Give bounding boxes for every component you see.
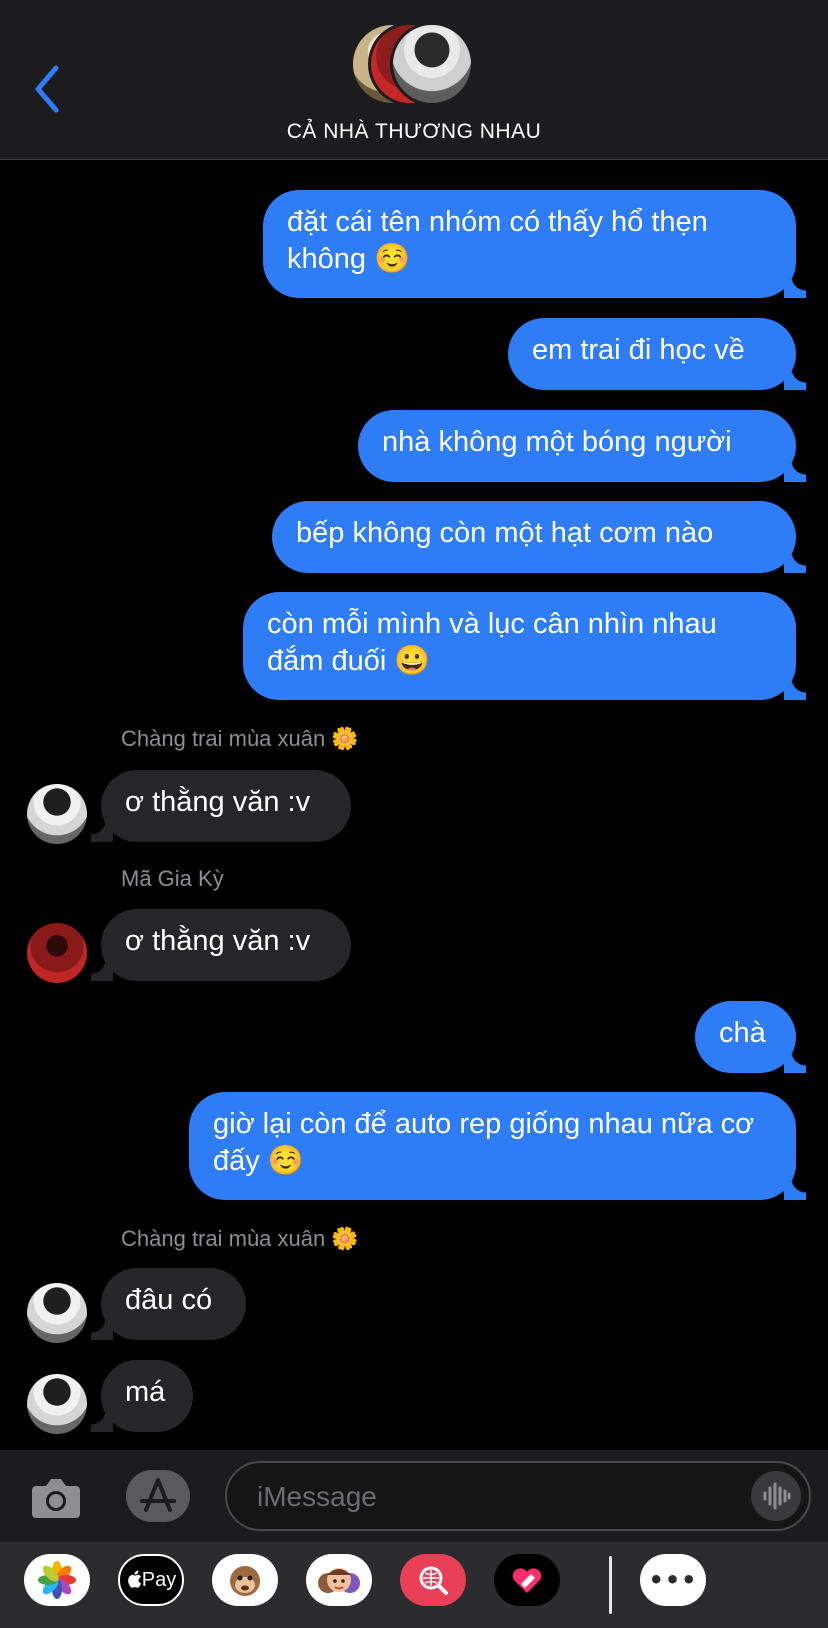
camera-icon[interactable]: [30, 1472, 82, 1520]
outgoing-message[interactable]: nhà không một bóng người: [358, 410, 806, 482]
drawer-divider: [609, 1556, 612, 1614]
group-avatars[interactable]: [350, 22, 480, 108]
back-chevron-icon[interactable]: [28, 62, 68, 116]
audio-waveform-icon[interactable]: [751, 1471, 801, 1521]
apple-pay-icon[interactable]: Pay: [118, 1554, 184, 1606]
more-icon: •••: [648, 1566, 698, 1594]
incoming-message[interactable]: đâu có: [91, 1268, 246, 1340]
photos-app-icon[interactable]: [24, 1554, 90, 1606]
sender-name: Chàng trai mùa xuân 🌼: [121, 726, 359, 751]
digital-touch-icon[interactable]: [494, 1554, 560, 1606]
sender-name: Mã Gia Kỳ: [121, 866, 224, 891]
incoming-message[interactable]: ơ thằng văn :v: [91, 770, 351, 842]
outgoing-message[interactable]: giờ lại còn để auto rep giống nhau nữa c…: [189, 1092, 806, 1200]
conversation-header: CẢ NHÀ THƯƠNG NHAU: [0, 0, 828, 160]
compose-bar: iMessage: [0, 1450, 828, 1542]
incoming-message[interactable]: má: [91, 1360, 193, 1432]
avatar[interactable]: [27, 784, 87, 844]
outgoing-message[interactable]: em trai đi học về: [508, 318, 806, 390]
web-image-search-icon[interactable]: [400, 1554, 466, 1606]
avatar[interactable]: [27, 1283, 87, 1343]
flower-emoji-icon: 🌼: [331, 726, 359, 751]
group-title[interactable]: CẢ NHÀ THƯƠNG NHAU: [0, 120, 828, 144]
app-store-icon[interactable]: [126, 1470, 190, 1522]
sender-name: Chàng trai mùa xuân 🌼: [121, 1226, 359, 1251]
more-apps-button[interactable]: •••: [640, 1554, 706, 1606]
outgoing-message[interactable]: chà: [695, 1001, 806, 1073]
incoming-message[interactable]: ơ thằng văn :v: [91, 909, 351, 981]
message-input[interactable]: iMessage: [225, 1461, 811, 1531]
group-member-avatar: [390, 22, 474, 106]
outgoing-message[interactable]: còn mỗi mình và lục cân nhìn nhau đắm đu…: [243, 592, 806, 700]
avatar[interactable]: [27, 923, 87, 983]
imessage-app-drawer: Pay •••: [0, 1542, 828, 1628]
message-input-placeholder: iMessage: [257, 1481, 377, 1512]
memoji-stickers-icon[interactable]: [306, 1554, 372, 1606]
flower-emoji-icon: 🌼: [331, 1226, 359, 1251]
outgoing-message[interactable]: đặt cái tên nhóm có thấy hổ thẹn không ☺…: [263, 190, 806, 298]
animoji-icon[interactable]: [212, 1554, 278, 1606]
outgoing-message[interactable]: bếp không còn một hạt cơm nào: [272, 501, 806, 573]
avatar[interactable]: [27, 1374, 87, 1434]
